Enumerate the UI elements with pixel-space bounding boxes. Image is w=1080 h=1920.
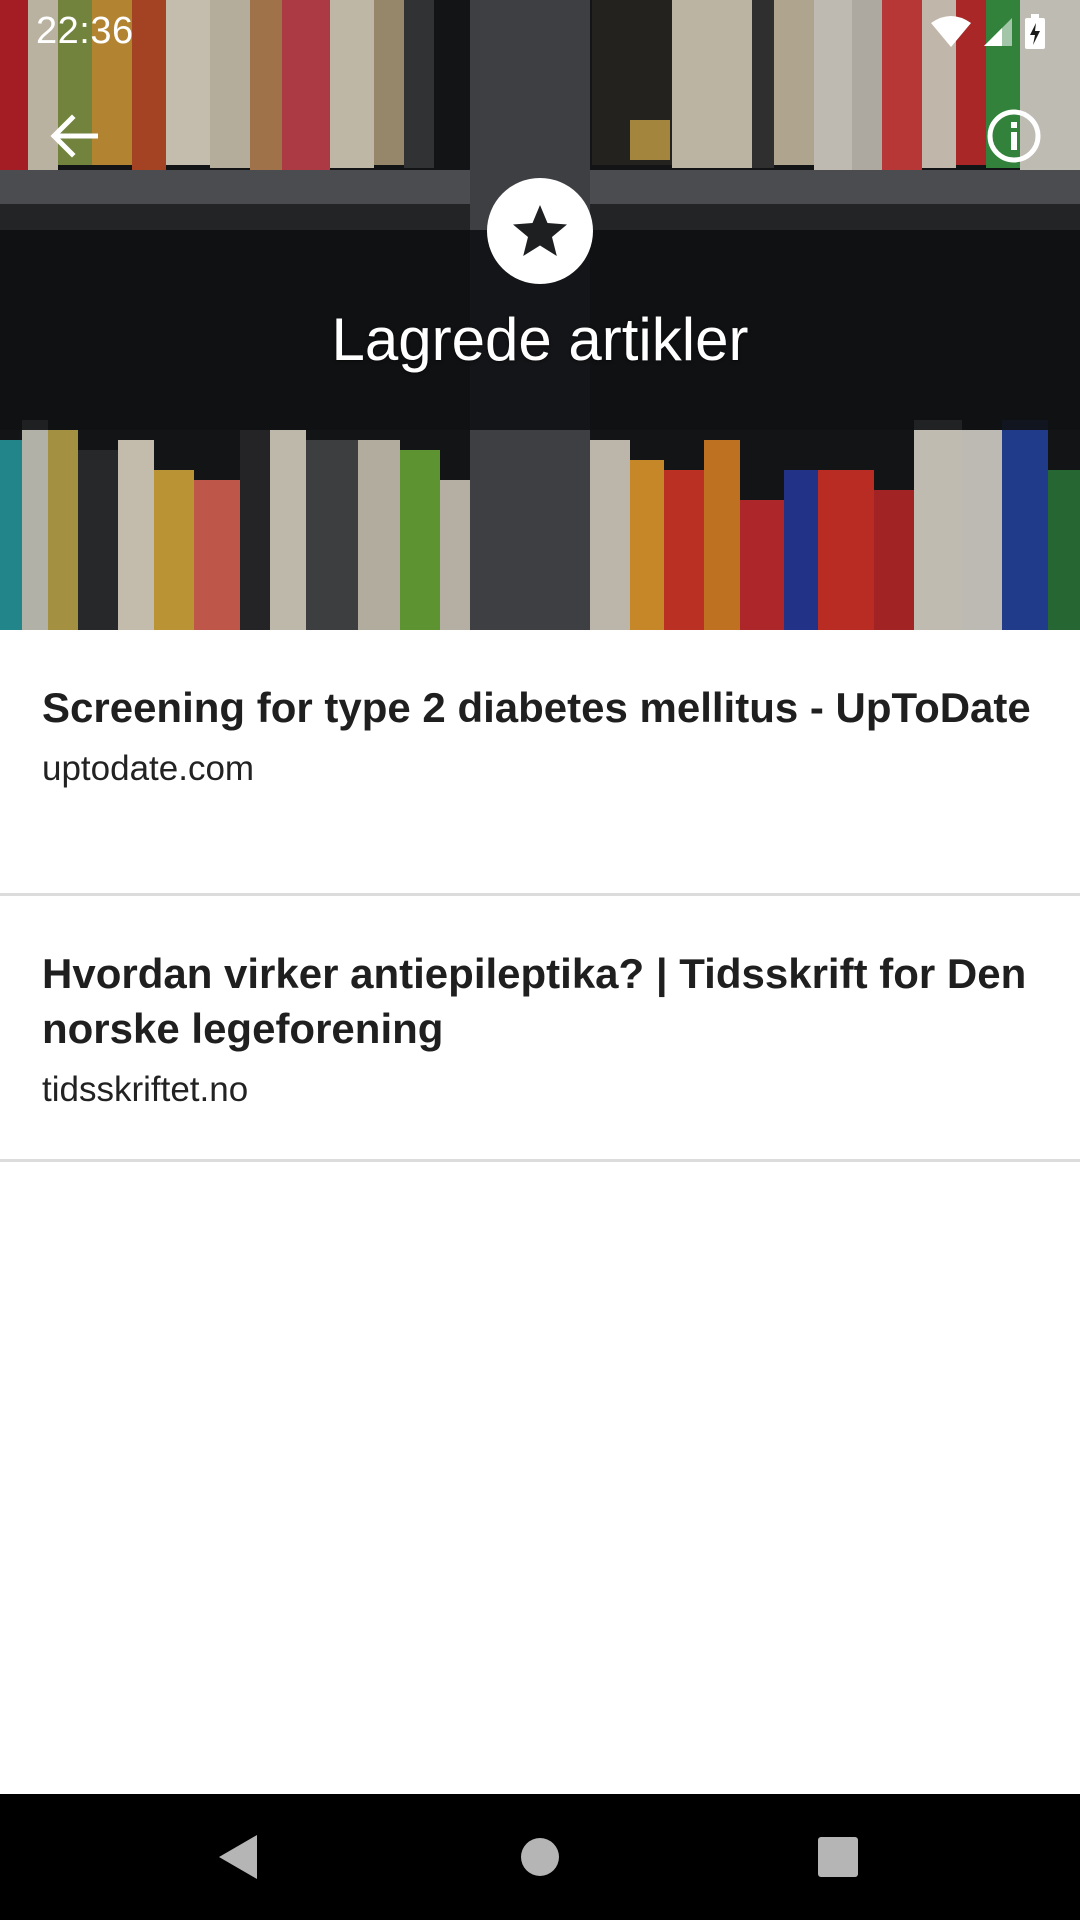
nav-back-icon: [219, 1835, 257, 1879]
status-bar: 22:36: [0, 0, 1080, 64]
nav-back-button[interactable]: [168, 1794, 308, 1920]
article-list-item[interactable]: Screening for type 2 diabetes mellitus -…: [0, 630, 1080, 896]
article-source: tidsskriftet.no: [42, 1070, 249, 1109]
wifi-icon: [930, 15, 972, 54]
system-navigation-bar: [0, 1794, 1080, 1920]
star-icon: [513, 205, 567, 256]
star-badge: [487, 178, 593, 284]
arrow-back-icon: [50, 114, 98, 158]
cell-signal-icon: [982, 16, 1014, 53]
nav-recents-icon: [818, 1837, 858, 1877]
nav-home-icon: [521, 1838, 559, 1876]
battery-charging-icon: [1024, 14, 1046, 55]
article-source: uptodate.com: [42, 749, 255, 788]
article-title: Screening for type 2 diabetes mellitus -…: [42, 684, 1031, 731]
article-list-item[interactable]: Hvordan virker antiepileptika? | Tidsskr…: [0, 896, 1080, 1162]
back-button[interactable]: [38, 100, 110, 172]
status-icons: [930, 14, 1046, 55]
article-title: Hvordan virker antiepileptika? | Tidsskr…: [42, 950, 1027, 1052]
nav-recents-button[interactable]: [768, 1794, 908, 1920]
saved-articles-list: Screening for type 2 diabetes mellitus -…: [0, 630, 1080, 1162]
nav-home-button[interactable]: [470, 1794, 610, 1920]
info-icon: [987, 109, 1041, 163]
status-time: 22:36: [36, 10, 134, 52]
page-title: Lagrede artikler: [331, 306, 749, 373]
header-banner: 22:36 Lagrede artikler: [0, 0, 1080, 630]
info-button[interactable]: [976, 98, 1052, 174]
